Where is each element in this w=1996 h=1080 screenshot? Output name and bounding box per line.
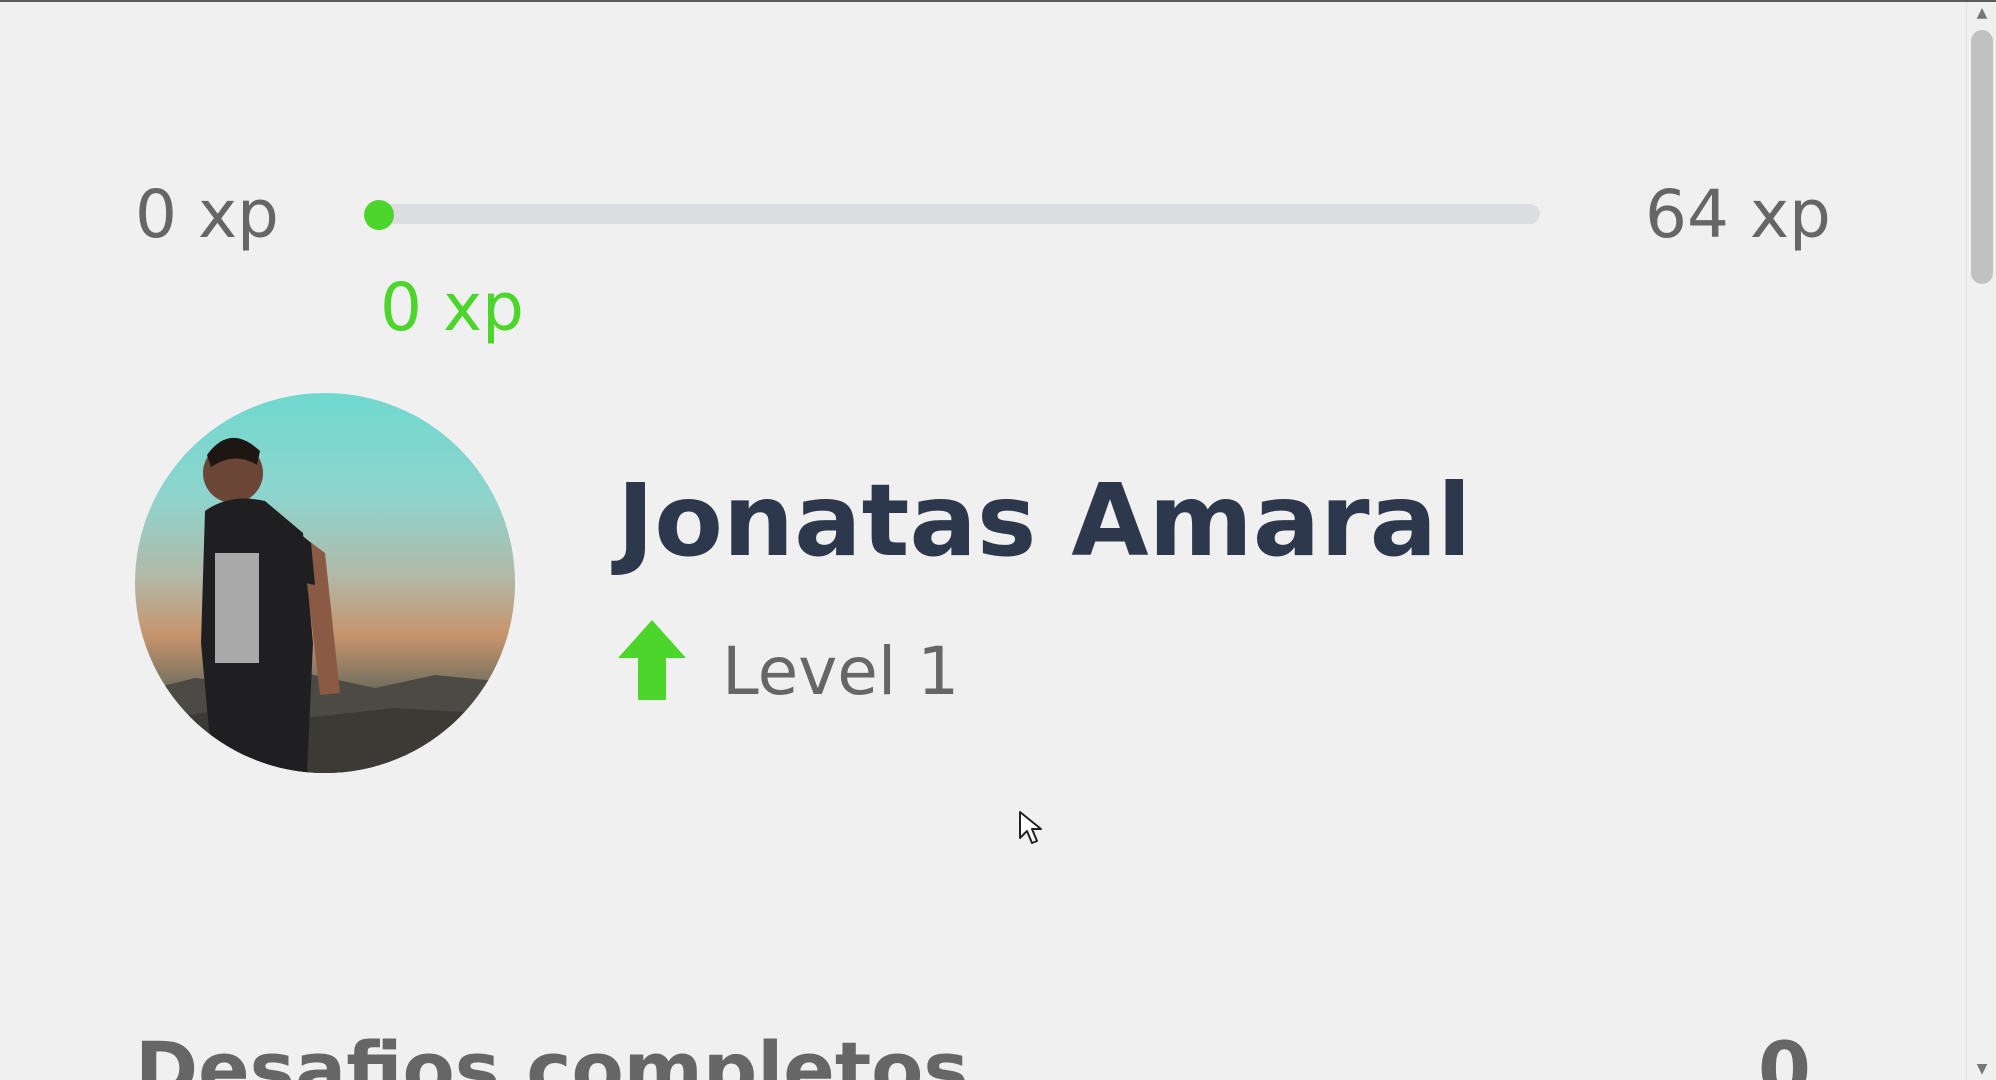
xp-progress-track <box>364 204 1540 224</box>
level-up-arrow-icon <box>618 620 686 700</box>
profile-page: 0 xp 64 xp 0 xp Jonatas Amaral Level 1 D… <box>0 0 1996 1080</box>
completed-challenges-label: Desafios completos <box>135 1025 969 1080</box>
profile-name: Jonatas Amaral <box>617 462 1472 579</box>
scroll-up-arrow-icon[interactable]: ▲ <box>1967 2 1996 24</box>
xp-max-label: 64 xp <box>1645 176 1831 253</box>
scroll-down-arrow-icon[interactable]: ▼ <box>1967 1058 1996 1080</box>
scrollbar-thumb[interactable] <box>1971 30 1993 284</box>
xp-current-label: 0 xp <box>380 269 524 346</box>
xp-min-label: 0 xp <box>135 176 279 253</box>
window-top-border <box>0 0 1996 2</box>
level-label: Level 1 <box>722 633 960 710</box>
xp-progress-marker <box>364 200 394 230</box>
mouse-cursor-icon <box>1019 811 1042 844</box>
avatar <box>135 393 515 773</box>
completed-challenges-count: 0 <box>1758 1025 1811 1080</box>
vertical-scrollbar[interactable]: ▲ ▼ <box>1966 2 1996 1080</box>
